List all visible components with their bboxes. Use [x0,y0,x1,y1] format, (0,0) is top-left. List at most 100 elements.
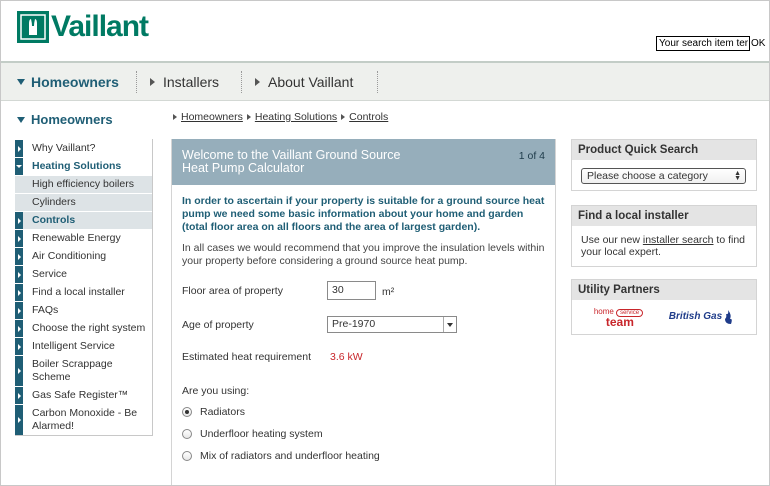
radio-unselected-icon [182,429,192,439]
arrow-right-icon [15,320,23,337]
triangle-right-icon [173,114,177,120]
arrow-right-icon [15,284,23,301]
sidebar-item-carbon-monoxide[interactable]: Carbon Monoxide - Be Alarmed! [15,404,152,435]
british-gas-logo[interactable]: British Gas [669,309,734,325]
partners-title: Utility Partners [572,280,756,300]
arrow-right-icon [15,140,23,157]
sidebar-item-label: Intelligent Service [32,340,115,352]
installer-text: Use our new [581,234,643,246]
sidebar-item-service[interactable]: Service [15,265,152,283]
vaillant-rabbit-icon [17,11,49,43]
radio-mix[interactable]: Mix of radiators and underfloor heating [182,450,380,462]
age-select-value: Pre-1970 [332,318,376,330]
calculator-title: Welcome to the Vaillant Ground Source He… [182,148,401,175]
sidebar-item-heating-solutions[interactable]: Heating Solutions [15,157,152,175]
breadcrumb-homeowners[interactable]: Homeowners [181,111,243,123]
sidebar-item-label: Controls [32,214,76,226]
nav-about-label: About Vaillant [268,74,354,90]
sidebar-item-label: Service [32,268,68,280]
nav-divider [241,71,242,93]
sidebar-item-label: Find a local installer [32,286,125,298]
triangle-right-icon [246,114,251,120]
radio-unselected-icon [182,451,192,461]
category-select-value: Please choose a category [587,170,708,182]
category-select[interactable]: Please choose a category ▲ ▼ [581,168,746,184]
nav-homeowners[interactable]: Homeowners [17,63,119,101]
step-indicator: 1 of 4 [518,150,545,162]
using-label: Are you using: [182,385,250,397]
page: Vaillant Your search item ter OK Homeown… [0,0,770,486]
updown-arrows-icon: ▲ ▼ [734,170,741,182]
sidebar-item-find-installer[interactable]: Find a local installer [15,283,152,301]
quick-search-title: Product Quick Search [572,140,756,160]
floor-area-label: Floor area of property [182,285,283,297]
triangle-down-icon [17,79,25,85]
logo-text: Vaillant [51,10,149,43]
sidebar-item-label: FAQs [32,304,59,316]
sidebar-item-label: Carbon Monoxide - Be Alarmed! [32,407,138,432]
sidebar-item-faqs[interactable]: FAQs [15,301,152,319]
heat-requirement-value: 3.6 kW [330,351,363,363]
sidebar-item-boiler-scrappage[interactable]: Boiler Scrappage Scheme [15,355,152,386]
utility-partners-box: Utility Partners home service team Briti… [571,279,757,335]
sidebar-item-label: Choose the right system [32,322,146,334]
nav-divider [377,71,378,93]
sidebar-item-why-vaillant[interactable]: Why Vaillant? [15,139,152,157]
vaillant-logo[interactable]: Vaillant [17,10,149,44]
installer-title: Find a local installer [572,206,756,226]
find-installer-box: Find a local installer Use our new insta… [571,205,757,267]
radio-label: Radiators [200,406,245,418]
arrow-right-icon [15,356,23,386]
sidebar-item-label: High efficiency boilers [32,178,134,190]
intro-text: In all cases we would recommend that you… [182,242,545,267]
quick-search-body: Please choose a category ▲ ▼ [572,160,756,190]
arrow-right-icon [15,266,23,283]
search-input[interactable]: Your search item ter [656,36,750,51]
arrow-right-icon [15,230,23,247]
floor-area-input[interactable]: 30 [327,281,376,300]
arrow-right-icon [15,248,23,265]
calculator-header: Welcome to the Vaillant Ground Source He… [172,139,555,185]
sidebar-item-renewable-energy[interactable]: Renewable Energy [15,229,152,247]
sidebar-item-cylinders[interactable]: Cylinders [15,193,152,211]
sidebar-item-intelligent-service[interactable]: Intelligent Service [15,337,152,355]
nav-about-vaillant[interactable]: About Vaillant [255,63,353,101]
triangle-right-icon [341,114,346,120]
installer-search-link[interactable]: installer search [643,234,714,246]
nav-homeowners-label: Homeowners [31,74,119,90]
age-select[interactable]: Pre-1970 [327,316,457,333]
arrow-right-icon [15,302,23,319]
radio-radiators[interactable]: Radiators [182,406,245,418]
sidebar-item-label: Air Conditioning [32,250,107,262]
breadcrumb-heating-solutions[interactable]: Heating Solutions [255,111,337,123]
sidebar-item-high-efficiency-boilers[interactable]: High efficiency boilers [15,175,152,193]
arrow-right-icon [15,387,23,404]
installer-body: Use our new installer search to find you… [572,226,756,266]
sidebar-menu: Why Vaillant? Heating Solutions High eff… [15,139,153,436]
sidebar-item-choose-system[interactable]: Choose the right system [15,319,152,337]
nav-installers-label: Installers [163,74,220,90]
search-ok-button[interactable]: OK [751,36,765,51]
breadcrumb: Homeowners Heating Solutions Controls [169,111,388,123]
partners-logos: home service team British Gas [572,300,756,334]
nav-divider [136,71,137,93]
sidebar-item-label: Heating Solutions [32,160,122,172]
radio-label: Underfloor heating system [200,428,323,440]
sidebar-item-air-conditioning[interactable]: Air Conditioning [15,247,152,265]
main-nav: Homeowners Installers About Vaillant [1,61,769,101]
intro-bold-text: In order to ascertain if your property i… [182,195,545,233]
sidebar-item-label: Renewable Energy [32,232,121,244]
heat-requirement-label: Estimated heat requirement [182,351,311,363]
radio-underfloor[interactable]: Underfloor heating system [182,428,323,440]
floor-unit: m² [382,286,395,298]
breadcrumb-controls[interactable]: Controls [349,111,388,123]
homeserve-team-logo[interactable]: home service team [594,307,644,328]
sidebar-item-controls[interactable]: Controls [15,211,152,229]
heat-pump-calculator: Welcome to the Vaillant Ground Source He… [171,139,556,485]
arrow-right-icon [15,405,23,435]
calculator-body: In order to ascertain if your property i… [172,185,555,268]
triangle-down-icon [17,116,25,123]
nav-installers[interactable]: Installers [150,63,219,101]
sidebar-item-gas-safe[interactable]: Gas Safe Register™ [15,386,152,404]
arrow-right-icon [15,212,23,229]
